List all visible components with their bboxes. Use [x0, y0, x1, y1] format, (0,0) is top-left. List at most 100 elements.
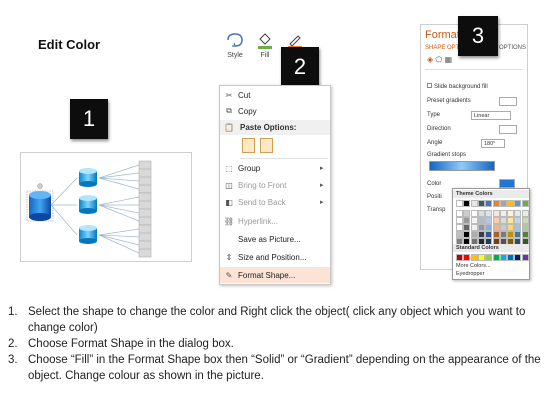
menu-item-cut[interactable]: ✂ Cut	[220, 87, 330, 103]
theme-color-swatch[interactable]	[477, 217, 485, 224]
preset-gradients-dropdown[interactable]	[499, 97, 517, 106]
paste-picture-button[interactable]	[260, 138, 273, 153]
theme-color-swatch[interactable]	[470, 231, 478, 238]
theme-color-swatch[interactable]	[499, 200, 507, 207]
eyedropper-link[interactable]: Eyedropper	[456, 271, 484, 277]
theme-color-swatch[interactable]	[477, 231, 485, 238]
color-label: Color	[427, 181, 442, 187]
theme-colors-header: Theme Colors	[453, 190, 529, 198]
standard-color-swatch[interactable]	[463, 254, 471, 261]
theme-color-swatch[interactable]	[477, 200, 485, 207]
theme-color-swatch[interactable]	[463, 224, 471, 231]
menu-item-size-and-position[interactable]: ⇕ Size and Position...	[220, 249, 330, 265]
theme-color-swatch[interactable]	[521, 231, 529, 238]
style-button[interactable]: Style	[222, 30, 248, 68]
theme-color-swatch[interactable]	[507, 224, 515, 231]
gradient-stops-bar[interactable]	[429, 161, 495, 171]
direction-dropdown[interactable]	[499, 125, 517, 134]
bring-front-icon: ◫	[225, 180, 233, 190]
theme-color-swatch[interactable]	[492, 224, 500, 231]
theme-color-swatch[interactable]	[499, 231, 507, 238]
theme-color-swatch[interactable]	[521, 210, 529, 217]
paste-keep-source-button[interactable]	[242, 138, 255, 153]
theme-color-swatch[interactable]	[456, 224, 463, 231]
theme-color-swatch[interactable]	[456, 231, 463, 238]
fill-line-icon[interactable]: ◈	[427, 55, 433, 64]
theme-color-swatch[interactable]	[514, 224, 522, 231]
theme-color-swatch[interactable]	[463, 231, 471, 238]
diagram-panel[interactable]	[20, 152, 192, 262]
menu-item-save-as-picture[interactable]: Save as Picture...	[220, 231, 330, 247]
menu-item-group[interactable]: ⬚ Group ▸	[220, 160, 330, 176]
standard-color-swatch[interactable]	[499, 254, 507, 261]
theme-color-swatch[interactable]	[514, 217, 522, 224]
theme-color-swatch[interactable]	[463, 217, 471, 224]
effects-icon[interactable]: ⬠	[435, 55, 442, 64]
theme-color-swatch[interactable]	[492, 200, 500, 207]
fill-button[interactable]: Fill	[252, 30, 278, 68]
theme-color-swatch[interactable]	[492, 231, 500, 238]
theme-color-swatch[interactable]	[507, 231, 515, 238]
theme-color-swatch[interactable]	[470, 217, 478, 224]
tab-text-options[interactable]: OPTIONS	[499, 45, 526, 51]
theme-color-swatch[interactable]	[499, 217, 507, 224]
instruction-item: 2. Choose Format Shape in the dialog box…	[8, 338, 234, 350]
slide-bg-checkbox[interactable]	[427, 83, 432, 88]
theme-color-swatch[interactable]	[456, 217, 463, 224]
theme-color-swatch[interactable]	[485, 231, 493, 238]
standard-color-swatch[interactable]	[485, 254, 493, 261]
standard-color-swatch[interactable]	[521, 254, 529, 261]
theme-color-swatch[interactable]	[514, 200, 522, 207]
theme-color-swatch[interactable]	[463, 200, 471, 207]
theme-color-swatch[interactable]	[514, 231, 522, 238]
type-dropdown[interactable]: Linear	[471, 111, 511, 120]
theme-color-swatch[interactable]	[485, 224, 493, 231]
theme-color-swatch[interactable]	[499, 210, 507, 217]
instruction-item: 3. Choose “Fill” in the Format Shape box…	[8, 354, 541, 382]
theme-color-swatch[interactable]	[456, 200, 463, 207]
theme-color-swatch[interactable]	[470, 224, 478, 231]
theme-color-swatch[interactable]	[477, 224, 485, 231]
theme-color-swatch[interactable]	[514, 210, 522, 217]
theme-color-swatch[interactable]	[485, 200, 493, 207]
theme-color-swatch[interactable]	[499, 224, 507, 231]
theme-color-swatch[interactable]	[477, 210, 485, 217]
standard-color-swatch[interactable]	[492, 254, 500, 261]
theme-color-swatch[interactable]	[521, 200, 529, 207]
scissors-icon: ✂	[225, 90, 233, 100]
theme-color-swatch[interactable]	[463, 210, 471, 217]
menu-item-hyperlink[interactable]: ⛓ Hyperlink...	[220, 213, 330, 229]
slide-bg-fill-row[interactable]: Slide background fill	[427, 83, 488, 90]
menu-item-format-shape[interactable]: ✎ Format Shape...	[220, 267, 330, 283]
menu-item-bring-to-front[interactable]: ◫ Bring to Front ▸	[220, 177, 330, 193]
standard-color-swatch[interactable]	[477, 254, 485, 261]
theme-color-swatch[interactable]	[456, 210, 463, 217]
theme-color-swatch[interactable]	[507, 217, 515, 224]
cylinder-diagram[interactable]	[21, 153, 193, 263]
theme-color-swatch[interactable]	[521, 224, 529, 231]
submenu-arrow-icon: ▸	[320, 199, 324, 206]
standard-color-swatch[interactable]	[470, 254, 478, 261]
menu-item-send-to-back[interactable]: ◧ Send to Back ▸	[220, 194, 330, 210]
theme-color-swatch[interactable]	[521, 217, 529, 224]
theme-color-swatch[interactable]	[470, 200, 478, 207]
standard-color-swatch[interactable]	[514, 254, 522, 261]
fill-label: Fill	[260, 52, 270, 59]
theme-color-swatch[interactable]	[485, 210, 493, 217]
standard-color-swatch[interactable]	[507, 254, 515, 261]
theme-color-swatch[interactable]	[470, 210, 478, 217]
step-badge-2: 2	[281, 47, 319, 87]
gradient-stops-label: Gradient stops	[427, 152, 467, 158]
theme-color-swatch[interactable]	[507, 210, 515, 217]
theme-color-swatch[interactable]	[492, 210, 500, 217]
menu-item-copy[interactable]: ⧉ Copy	[220, 103, 330, 119]
theme-color-swatch[interactable]	[492, 217, 500, 224]
more-colors-link[interactable]: More Colors...	[456, 263, 491, 269]
tab-shape-options[interactable]: SHAPE OPT	[425, 45, 459, 51]
standard-color-swatch[interactable]	[456, 254, 463, 261]
color-picker-button[interactable]	[499, 179, 515, 188]
theme-color-swatch[interactable]	[507, 200, 515, 207]
theme-color-swatch[interactable]	[485, 217, 493, 224]
angle-input[interactable]: 180°	[481, 139, 505, 148]
size-properties-icon[interactable]: ▦	[445, 55, 453, 64]
